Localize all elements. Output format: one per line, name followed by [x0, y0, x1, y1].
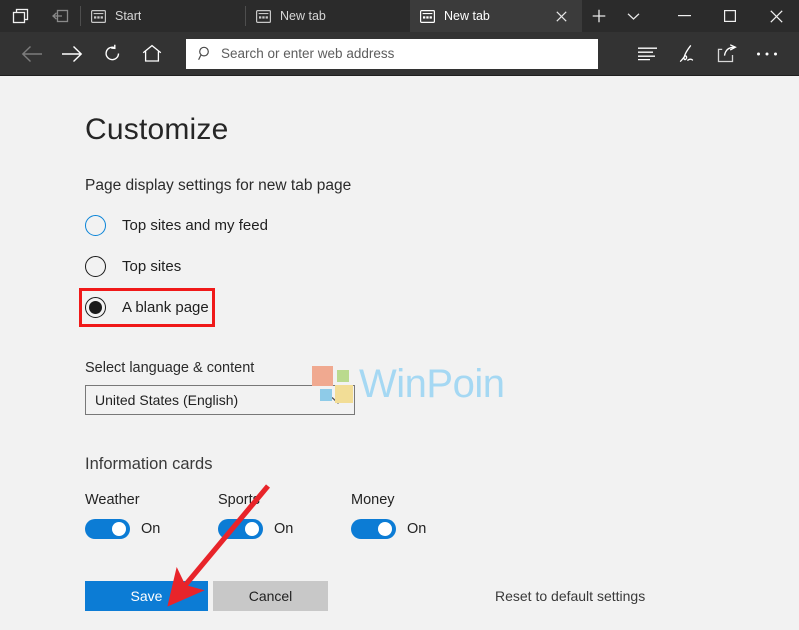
- toggle-knob: [112, 522, 126, 536]
- tab-new-tab-1[interactable]: New tab: [246, 0, 410, 32]
- tab-dropdown-chevron-icon[interactable]: [616, 0, 650, 32]
- newtab-favicon-icon: [256, 9, 271, 23]
- title-tab-bar: Start New tab New tab: [0, 0, 799, 32]
- customize-page: Customize Page display settings for new …: [0, 76, 799, 630]
- information-cards-title: Information cards: [85, 455, 213, 473]
- tab-label: Start: [115, 9, 142, 23]
- radio-button-icon[interactable]: [85, 256, 106, 277]
- tab-new-tab-2-active[interactable]: New tab: [410, 0, 582, 32]
- tab-label: New tab: [280, 9, 326, 23]
- radio-option-a-blank-page[interactable]: A blank page: [79, 288, 215, 327]
- radio-option-top-sites-and-my-feed[interactable]: Top sites and my feed: [85, 215, 268, 236]
- annotation-arrow: [167, 484, 270, 607]
- tab-start[interactable]: Start: [81, 0, 245, 32]
- toggle-state-label: On: [141, 521, 161, 537]
- reset-to-default-settings-link[interactable]: Reset to default settings: [495, 588, 645, 604]
- card-label: Sports: [218, 492, 260, 508]
- card-toggle-row: On: [351, 519, 484, 539]
- toggle-state-label: On: [407, 521, 427, 537]
- maximize-button[interactable]: [707, 0, 753, 32]
- toggle-knob: [378, 522, 392, 536]
- radio-label: Top sites and my feed: [122, 217, 268, 234]
- back-arrow-icon[interactable]: [12, 34, 52, 74]
- new-tab-button[interactable]: [582, 0, 616, 32]
- refresh-icon[interactable]: [92, 34, 132, 74]
- card-toggle-row: On: [218, 519, 351, 539]
- weather-toggle[interactable]: [85, 519, 130, 539]
- page-display-settings-label: Page display settings for new tab page: [85, 177, 352, 194]
- card-sports: Sports On: [218, 492, 351, 539]
- toolbar-right-icons: [627, 34, 787, 74]
- toggle-knob: [245, 522, 259, 536]
- card-toggle-row: On: [85, 519, 218, 539]
- language-select[interactable]: United States (English): [85, 385, 355, 415]
- search-icon: [198, 46, 213, 61]
- close-tab-icon[interactable]: [550, 5, 572, 27]
- page-title: Customize: [85, 113, 229, 146]
- restore-tabs-aside-icon[interactable]: [40, 0, 80, 32]
- sports-toggle[interactable]: [218, 519, 263, 539]
- address-placeholder: Search or enter web address: [221, 46, 395, 61]
- forward-arrow-icon[interactable]: [52, 34, 92, 74]
- radio-button-icon[interactable]: [85, 297, 106, 318]
- newtab-favicon-icon: [420, 9, 435, 23]
- radio-label: Top sites: [122, 258, 182, 275]
- language-selected-value: United States (English): [95, 392, 239, 408]
- add-notes-pen-icon[interactable]: [667, 34, 707, 74]
- card-money: Money On: [351, 492, 484, 539]
- radio-selected-dot: [89, 301, 102, 314]
- radio-button-icon[interactable]: [85, 215, 106, 236]
- set-tabs-aside-icon[interactable]: [0, 0, 40, 32]
- navigation-toolbar: Search or enter web address: [0, 32, 799, 76]
- close-button[interactable]: [753, 0, 799, 32]
- home-icon[interactable]: [132, 34, 172, 74]
- action-buttons-row: Save Cancel Reset to default settings: [85, 581, 799, 611]
- window-controls: [661, 0, 799, 32]
- money-toggle[interactable]: [351, 519, 396, 539]
- reading-view-icon[interactable]: [627, 34, 667, 74]
- radio-option-top-sites[interactable]: Top sites: [85, 256, 181, 277]
- chevron-down-icon: [331, 396, 345, 405]
- card-weather: Weather On: [85, 492, 218, 539]
- address-bar[interactable]: Search or enter web address: [186, 38, 598, 69]
- save-button[interactable]: Save: [85, 581, 208, 611]
- card-label: Money: [351, 492, 395, 508]
- card-label: Weather: [85, 492, 140, 508]
- toggle-state-label: On: [274, 521, 294, 537]
- information-cards-row: Weather On Sports On Money On: [85, 492, 799, 539]
- newtab-favicon-icon: [91, 9, 106, 23]
- tab-label: New tab: [444, 9, 490, 23]
- share-icon[interactable]: [707, 34, 747, 74]
- cancel-button[interactable]: Cancel: [213, 581, 328, 611]
- language-content-label: Select language & content: [85, 360, 255, 376]
- radio-label: A blank page: [122, 299, 209, 316]
- minimize-button[interactable]: [661, 0, 707, 32]
- more-ellipsis-icon[interactable]: [747, 34, 787, 74]
